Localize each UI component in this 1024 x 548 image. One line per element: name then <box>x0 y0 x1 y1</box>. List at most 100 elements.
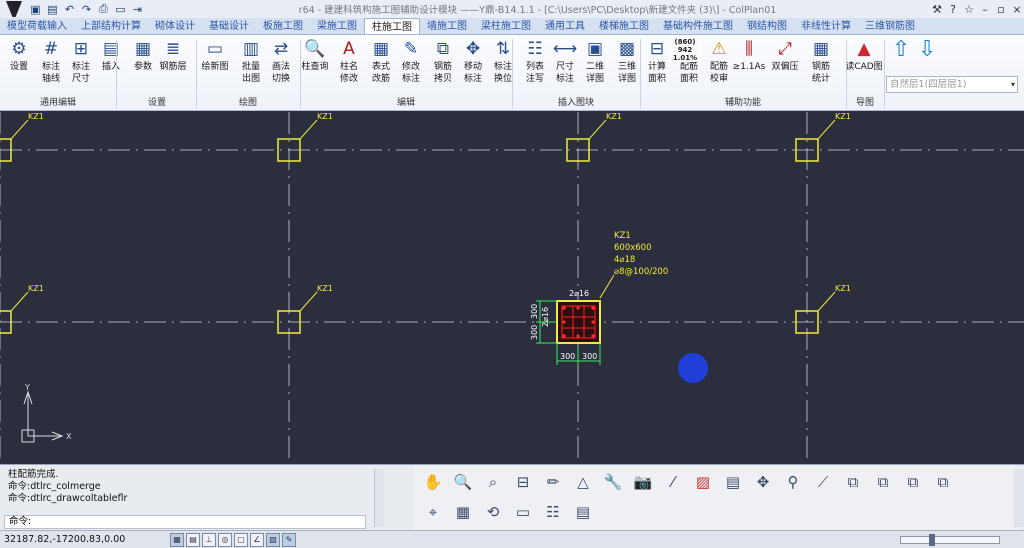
ortho-toggle[interactable]: ⊥ <box>202 532 216 547</box>
tab-14[interactable]: 三维钢筋图 <box>858 18 922 34</box>
ratio-button[interactable]: ⫼ ≥1.1As <box>733 37 766 97</box>
floor-down-icon[interactable]: ⇩ <box>918 39 936 61</box>
triangle-icon[interactable]: △ <box>570 469 596 495</box>
tab-5[interactable]: 梁施工图 <box>310 18 364 34</box>
switch-method-button[interactable]: ⇄ 画法 切换 <box>266 37 296 97</box>
save-icon[interactable]: ▣ <box>28 2 43 17</box>
table-rebar-button[interactable]: ▦ 表式 改筋 <box>366 37 396 97</box>
cad-drawing[interactable]: KZ1 KZ1 KZ1 KZ1 KZ1 KZ1 KZ1 KZ1 600x600 4⌀18 ⌀… <box>0 112 1024 464</box>
read-cad-button[interactable]: ▲ 读CAD图 <box>844 37 884 97</box>
rebar-layer-button[interactable]: ≣ 钢筋层 <box>158 37 188 97</box>
stack-icon[interactable]: ▭ <box>510 499 536 525</box>
tab-4[interactable]: 板施工图 <box>256 18 310 34</box>
tab-12[interactable]: 钢结构图 <box>740 18 794 34</box>
layer-copy-icon[interactable]: ⧉ <box>930 469 956 495</box>
dimension-grid-button[interactable]: ⊞ 标注 尺寸 <box>66 37 96 97</box>
layer-off-icon[interactable]: ⧉ <box>840 469 866 495</box>
snap-toggle[interactable]: ▦ <box>170 532 184 547</box>
parameter-button[interactable]: ▦ 参数 <box>128 37 158 97</box>
dimension-button[interactable]: ⟷ 尺寸 标注 <box>550 37 580 97</box>
floor-up-icon[interactable]: ⇧ <box>892 39 910 61</box>
tab-6[interactable]: 柱施工图 <box>364 18 420 34</box>
command-input[interactable]: 命令: <box>4 515 366 529</box>
print-icon[interactable]: ⎙ <box>96 2 111 17</box>
close-button[interactable]: × <box>1010 2 1024 16</box>
pan-icon[interactable]: ✋ <box>420 469 446 495</box>
star-icon[interactable]: ☆ <box>962 2 976 16</box>
measure-icon[interactable]: ⊟ <box>510 469 536 495</box>
toolbar-scrollbar[interactable] <box>1014 469 1024 527</box>
2d-detail-button[interactable]: ▣ 二维 详图 <box>580 37 610 97</box>
help-icon[interactable]: ? <box>946 2 960 16</box>
open-icon[interactable]: ▭ <box>113 2 128 17</box>
rename-column-button[interactable]: A 柱名 修改 <box>334 37 364 97</box>
fifty-icon[interactable]: ⁄ <box>660 469 686 495</box>
main-column-leader <box>599 274 615 299</box>
ucs-tool-icon[interactable]: ⌖ <box>420 499 446 525</box>
osnap-toggle[interactable]: ▢ <box>234 532 248 547</box>
ratio-line: 1.01% <box>672 54 698 62</box>
3d-detail-button[interactable]: ▩ 三维 详图 <box>612 37 642 97</box>
command-history-line: 命令:dtlrc_colmerge <box>8 481 101 492</box>
minimize-button[interactable]: – <box>978 2 992 16</box>
command-scrollbar[interactable] <box>374 469 384 527</box>
rebar-check-button[interactable]: ⚠ 配筋 校审 <box>704 37 734 97</box>
doc-icon[interactable]: ▤ <box>570 499 596 525</box>
tab-11[interactable]: 基础构件施工图 <box>656 18 740 34</box>
move-icon[interactable]: ✥ <box>750 469 776 495</box>
new-drawing-button[interactable]: ▭ 绘新图 <box>200 37 230 97</box>
axis-grid-button[interactable]: # 标注 轴线 <box>36 37 66 97</box>
polar-toggle[interactable]: ◎ <box>218 532 232 547</box>
lineweight-toggle[interactable]: ▨ <box>266 532 280 547</box>
insert-button[interactable]: ▤ 插入 <box>96 37 126 97</box>
tab-2[interactable]: 砌体设计 <box>148 18 202 34</box>
main-column-detail[interactable]: KZ1 600x600 4⌀18 ⌀8@100/200 2⌀16 2⌀16 30… <box>530 231 668 365</box>
restore-button[interactable]: ▫ <box>994 2 1008 16</box>
rebar-layer-icon: ≣ <box>165 39 181 59</box>
save-as-icon[interactable]: ▤ <box>45 2 60 17</box>
dynamic-input-toggle[interactable]: ✎ <box>282 532 296 547</box>
undo-icon[interactable]: ↶ <box>62 2 77 17</box>
tab-8[interactable]: 梁柱施工图 <box>474 18 538 34</box>
pencil-icon[interactable]: ✏ <box>540 469 566 495</box>
layer-lock-icon[interactable]: ⧉ <box>900 469 926 495</box>
redo-icon[interactable]: ↷ <box>79 2 94 17</box>
rebar-copy-button[interactable]: ⧉ 钢筋 拷贝 <box>428 37 458 97</box>
tab-7[interactable]: 墙施工图 <box>420 18 474 34</box>
move-annotation-button[interactable]: ✥ 移动 标注 <box>458 37 488 97</box>
pdf-icon[interactable]: ▨ <box>690 469 716 495</box>
rebar-stats-button[interactable]: ▦ 钢筋 统计 <box>806 37 836 97</box>
list-annotation-button[interactable]: ☷ 列表 注写 <box>520 37 550 97</box>
tools-icon[interactable]: ⚒ <box>930 2 944 16</box>
column-query-button[interactable]: 🔍 柱查询 <box>300 37 330 97</box>
tab-10[interactable]: 楼梯施工图 <box>592 18 656 34</box>
swap-annotation-button[interactable]: ⇅ 标注 换位 <box>488 37 518 97</box>
tab-1[interactable]: 上部结构计算 <box>74 18 148 34</box>
zoom-slider[interactable] <box>900 534 1000 546</box>
brush-icon[interactable]: ⟋ <box>810 469 836 495</box>
edit-annotation-button[interactable]: ✎ 修改 标注 <box>396 37 426 97</box>
zoom-realtime-icon[interactable]: ⌕ <box>480 469 506 495</box>
node-icon[interactable]: ⚲ <box>780 469 806 495</box>
rebar-tool-icon[interactable]: ⟲ <box>480 499 506 525</box>
floor-select[interactable]: 自然层1(四层层1) ▾ <box>886 76 1018 93</box>
camera-icon[interactable]: 📷 <box>630 469 656 495</box>
wrench-icon[interactable]: 🔧 <box>600 469 626 495</box>
list-tool-icon[interactable]: ☷ <box>540 499 566 525</box>
otrack-toggle[interactable]: ∠ <box>250 532 264 547</box>
tab-13[interactable]: 非线性计算 <box>794 18 858 34</box>
zoom-window-icon[interactable]: 🔍 <box>450 469 476 495</box>
dwg-icon[interactable]: ▤ <box>720 469 746 495</box>
export-icon[interactable]: ⇥ <box>130 2 145 17</box>
drawing-canvas[interactable]: KZ1 KZ1 KZ1 KZ1 KZ1 KZ1 KZ1 KZ1 600x600 4⌀18 ⌀… <box>0 112 1024 464</box>
app-logo[interactable] <box>0 0 28 18</box>
tab-9[interactable]: 通用工具 <box>538 18 592 34</box>
layer-on-icon[interactable]: ⧉ <box>870 469 896 495</box>
tab-0[interactable]: 模型荷载输入 <box>0 18 74 34</box>
settings-button[interactable]: ⚙ 设置 <box>4 37 34 97</box>
biaxial-button[interactable]: ⤢ 双偏压 <box>770 37 800 97</box>
grid-toggle[interactable]: ▤ <box>186 532 200 547</box>
batch-output-button[interactable]: ▥ 批量 出图 <box>236 37 266 97</box>
table-tool-icon[interactable]: ▦ <box>450 499 476 525</box>
tab-3[interactable]: 基础设计 <box>202 18 256 34</box>
